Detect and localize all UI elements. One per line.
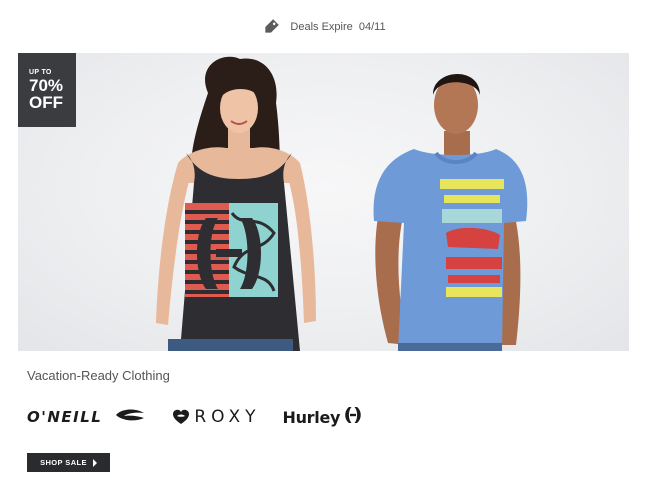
hurley-logo[interactable]: Hurley — [282, 406, 363, 429]
brand-logos: O'NEILL ROXY Hurley — [27, 403, 363, 431]
deals-expire-banner: Deals Expire 04/11 — [0, 18, 648, 36]
brand-hurley: Hurley — [282, 407, 341, 427]
roxy-heart-icon — [172, 408, 190, 426]
tag-icon — [262, 18, 280, 36]
brand-roxy: ROXY — [194, 407, 261, 427]
hero-models-illustration — [156, 56, 528, 351]
hero-banner[interactable]: UP TO 70% OFF — [18, 53, 629, 351]
model-left — [156, 56, 316, 351]
play-arrow-icon — [92, 458, 97, 467]
hurley-icon — [343, 406, 363, 429]
deals-expire-text: Deals Expire 04/11 — [290, 21, 386, 33]
discount-badge: UP TO 70% OFF — [18, 53, 76, 127]
shop-sale-button[interactable]: SHOP SALE — [27, 453, 110, 472]
headline: Vacation-Ready Clothing — [27, 368, 170, 383]
badge-up-to: UP TO — [29, 69, 52, 76]
model-right — [373, 73, 528, 351]
shop-sale-label: SHOP SALE — [40, 458, 87, 467]
roxy-logo[interactable]: ROXY — [172, 407, 260, 427]
badge-off: OFF — [29, 93, 63, 112]
oneill-wave-icon — [114, 408, 146, 426]
badge-percent: 70% — [29, 76, 64, 95]
brand-oneill[interactable]: O'NEILL — [27, 408, 102, 426]
